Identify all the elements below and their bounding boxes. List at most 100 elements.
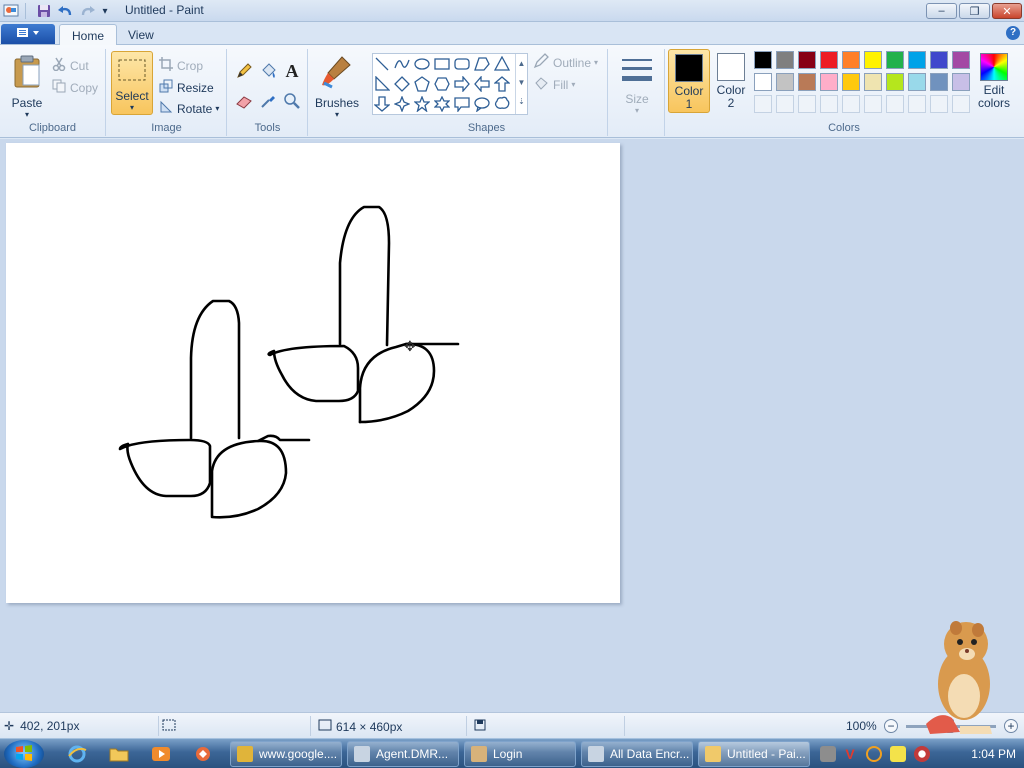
- palette-swatch[interactable]: [776, 51, 794, 69]
- palette-swatch[interactable]: [776, 73, 794, 91]
- tray-recorder-icon[interactable]: [914, 746, 930, 762]
- palette-swatch[interactable]: [908, 73, 926, 91]
- taskbar-clock[interactable]: 1:04 PM: [971, 747, 1016, 761]
- palette-swatch[interactable]: [798, 73, 816, 91]
- taskbar-task-button[interactable]: www.google....: [230, 741, 342, 767]
- six-point-star-shape-icon[interactable]: [433, 95, 451, 113]
- redo-icon[interactable]: [79, 2, 97, 20]
- hexagon-shape-icon[interactable]: [433, 75, 451, 93]
- palette-swatch[interactable]: [908, 51, 926, 69]
- fill-bucket-icon[interactable]: [258, 61, 278, 81]
- palette-swatch[interactable]: [754, 51, 772, 69]
- palette-swatch[interactable]: [842, 51, 860, 69]
- color-picker-icon[interactable]: [258, 91, 278, 111]
- tab-view[interactable]: View: [116, 24, 166, 46]
- tray-monitor-icon[interactable]: [820, 746, 836, 762]
- cloud-callout-shape-icon[interactable]: [493, 95, 511, 113]
- zoom-in-button[interactable]: +: [1004, 719, 1018, 733]
- palette-swatch[interactable]: [820, 51, 838, 69]
- line-shape-icon[interactable]: [373, 55, 391, 73]
- help-icon[interactable]: ?: [1006, 26, 1020, 40]
- up-arrow-shape-icon[interactable]: [493, 75, 511, 93]
- folder-icon[interactable]: [108, 743, 130, 765]
- four-point-star-shape-icon[interactable]: [393, 95, 411, 113]
- magnifier-icon[interactable]: [282, 91, 302, 111]
- custom-color-slot[interactable]: [908, 95, 926, 113]
- pencil-icon[interactable]: [234, 61, 254, 81]
- drawing-canvas[interactable]: [6, 143, 620, 603]
- outline-button[interactable]: Outline ▾: [533, 53, 598, 72]
- custom-color-slot[interactable]: [842, 95, 860, 113]
- custom-color-slot[interactable]: [886, 95, 904, 113]
- pentagon-shape-icon[interactable]: [413, 75, 431, 93]
- shapes-scrollbar[interactable]: ▲ ▼ ⇣: [515, 54, 527, 114]
- eraser-icon[interactable]: [234, 91, 254, 111]
- edit-colors-button[interactable]: Edit colors: [972, 49, 1016, 113]
- palette-swatch[interactable]: [842, 73, 860, 91]
- down-arrow-shape-icon[interactable]: [373, 95, 391, 113]
- taskbar-task-button[interactable]: All Data Encr...: [581, 741, 693, 767]
- brushes-button[interactable]: Brushes ▾: [313, 53, 361, 119]
- curve-shape-icon[interactable]: [393, 55, 411, 73]
- resize-button[interactable]: Resize: [159, 79, 214, 96]
- oval-shape-icon[interactable]: [413, 55, 431, 73]
- paint-app-icon[interactable]: [2, 2, 20, 20]
- palette-swatch[interactable]: [930, 51, 948, 69]
- custom-color-slot[interactable]: [952, 95, 970, 113]
- custom-color-slot[interactable]: [754, 95, 772, 113]
- palette-swatch[interactable]: [930, 73, 948, 91]
- right-triangle-shape-icon[interactable]: [373, 75, 391, 93]
- color-2-button[interactable]: Color 2: [710, 49, 752, 113]
- close-button[interactable]: ✕: [992, 3, 1022, 19]
- minimize-button[interactable]: –: [926, 3, 957, 19]
- size-button[interactable]: Size ▾: [617, 55, 657, 115]
- palette-swatch[interactable]: [886, 51, 904, 69]
- tab-home[interactable]: Home: [59, 24, 118, 46]
- paint-menu-button[interactable]: [1, 24, 55, 44]
- zoom-out-button[interactable]: −: [884, 719, 898, 733]
- taskbar-task-button[interactable]: Untitled - Pai...: [698, 741, 810, 767]
- internet-explorer-icon[interactable]: [66, 743, 88, 765]
- undo-icon[interactable]: [56, 2, 74, 20]
- right-arrow-shape-icon[interactable]: [453, 75, 471, 93]
- copy-button[interactable]: Copy: [52, 79, 98, 96]
- palette-swatch[interactable]: [864, 51, 882, 69]
- custom-color-slot[interactable]: [930, 95, 948, 113]
- paste-button[interactable]: Paste ▾: [8, 53, 46, 119]
- palette-swatch[interactable]: [864, 73, 882, 91]
- palette-swatch[interactable]: [952, 73, 970, 91]
- custom-color-slot[interactable]: [776, 95, 794, 113]
- rectangle-shape-icon[interactable]: [433, 55, 451, 73]
- taskbar-task-button[interactable]: Agent.DMR...: [347, 741, 459, 767]
- color-1-button[interactable]: Color 1: [668, 49, 710, 113]
- custom-color-slot[interactable]: [798, 95, 816, 113]
- maximize-button[interactable]: ❐: [959, 3, 990, 19]
- palette-swatch[interactable]: [798, 51, 816, 69]
- taskbar-task-button[interactable]: Login: [464, 741, 576, 767]
- fill-button[interactable]: Fill ▾: [533, 75, 575, 94]
- paste-dropdown-icon[interactable]: ▾: [8, 110, 46, 119]
- diamond-shape-icon[interactable]: [393, 75, 411, 93]
- custom-color-slot[interactable]: [820, 95, 838, 113]
- rect-callout-shape-icon[interactable]: [453, 95, 471, 113]
- polygon-shape-icon[interactable]: [473, 55, 491, 73]
- five-point-star-shape-icon[interactable]: [413, 95, 431, 113]
- palette-swatch[interactable]: [820, 73, 838, 91]
- tray-search-icon[interactable]: [866, 746, 882, 762]
- rotate-button[interactable]: Rotate ▾: [159, 100, 219, 117]
- save-icon[interactable]: [35, 2, 53, 20]
- palette-swatch[interactable]: [886, 73, 904, 91]
- canvas-workspace[interactable]: ✥: [0, 139, 1024, 712]
- tray-notes-icon[interactable]: [890, 746, 906, 762]
- triangle-shape-icon[interactable]: [493, 55, 511, 73]
- crop-button[interactable]: Crop: [159, 57, 203, 74]
- start-button[interactable]: [4, 740, 44, 768]
- app-launcher-icon[interactable]: [192, 743, 214, 765]
- tray-antivirus-icon[interactable]: V: [842, 746, 858, 762]
- palette-swatch[interactable]: [952, 51, 970, 69]
- media-player-icon[interactable]: [150, 743, 172, 765]
- oval-callout-shape-icon[interactable]: [473, 95, 491, 113]
- left-arrow-shape-icon[interactable]: [473, 75, 491, 93]
- select-dropdown-icon[interactable]: ▾: [112, 103, 152, 112]
- custom-color-slot[interactable]: [864, 95, 882, 113]
